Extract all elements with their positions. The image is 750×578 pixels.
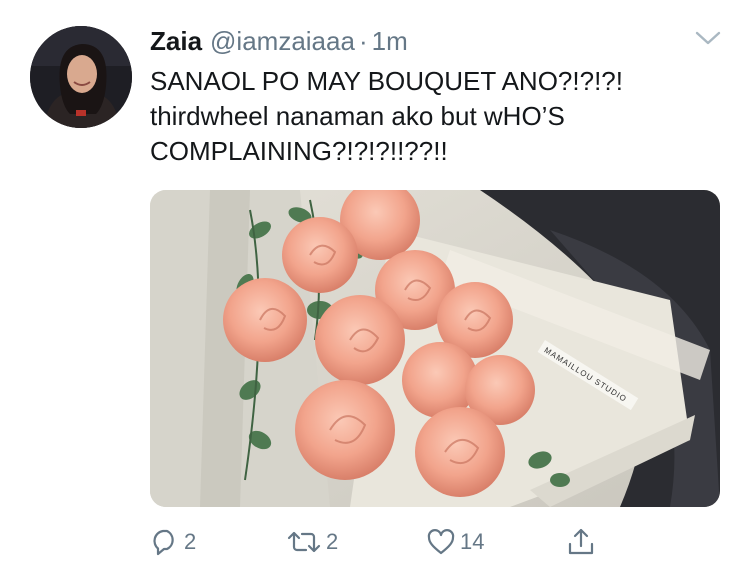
tweet-text-line: SANAOL PO MAY BOUQUET ANO?!?!?! <box>150 66 623 96</box>
chevron-down-icon <box>695 31 721 45</box>
display-name[interactable]: Zaia <box>150 26 202 57</box>
retweet-count: 2 <box>326 529 339 554</box>
share-button[interactable] <box>566 527 596 557</box>
tweet-text-line: COMPLAINING?!?!?!!??!! <box>150 136 448 166</box>
like-button[interactable]: 14 <box>426 527 484 557</box>
reply-icon <box>153 529 174 556</box>
user-handle[interactable]: @iamzaiaaa <box>210 26 355 57</box>
tweet-menu-button[interactable] <box>694 28 722 48</box>
timestamp[interactable]: 1m <box>372 26 408 57</box>
tweet-actions: 2 2 14 <box>150 527 650 563</box>
avatar-image <box>30 26 132 128</box>
tweet[interactable]: Zaia @iamzaiaaa · 1m SANAOL PO MAY BOUQU… <box>0 0 750 578</box>
avatar[interactable] <box>30 26 132 128</box>
reply-count: 2 <box>184 529 197 554</box>
bouquet-photo: MAMAILLOU STUDIO <box>150 190 720 507</box>
retweet-icon <box>287 531 321 553</box>
tweet-header: Zaia @iamzaiaaa · 1m <box>150 26 408 58</box>
tweet-media-image[interactable]: MAMAILLOU STUDIO <box>150 190 720 507</box>
like-icon <box>427 529 455 555</box>
share-icon <box>568 528 594 555</box>
reply-button[interactable]: 2 <box>150 527 196 557</box>
retweet-button[interactable]: 2 <box>286 527 338 557</box>
separator-dot: · <box>358 26 368 56</box>
like-count: 14 <box>460 529 485 554</box>
tweet-text-line: thirdwheel nanaman ako but wHO’S <box>150 101 565 131</box>
tweet-text: SANAOL PO MAY BOUQUET ANO?!?!?! thirdwhe… <box>150 64 710 169</box>
